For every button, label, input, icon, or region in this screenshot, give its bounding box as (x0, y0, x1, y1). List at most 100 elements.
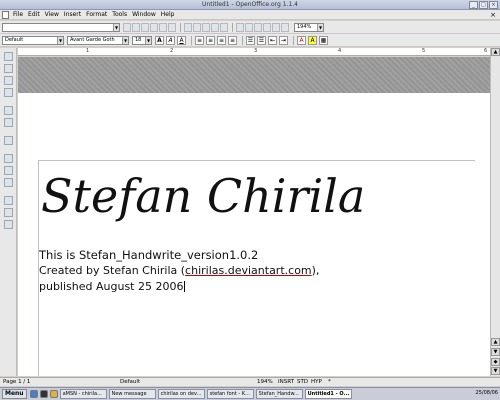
folder-icon[interactable] (49, 390, 58, 398)
start-menu-button[interactable]: Menu (2, 389, 27, 399)
pdf-icon[interactable] (159, 22, 167, 32)
text-line-3: published August 25 2006 (39, 280, 186, 293)
print-icon[interactable] (168, 22, 176, 32)
ruler-tick: 1 (86, 48, 90, 54)
chevron-down-icon[interactable]: ▼ (145, 36, 151, 44)
status-selection-mode[interactable]: STD (297, 379, 308, 385)
deviantart-link[interactable]: chirilas.deviantart.com (185, 264, 312, 277)
paste-icon[interactable] (202, 22, 210, 32)
font-size-select[interactable]: 18 ▼ (132, 35, 152, 45)
table-icon[interactable] (245, 22, 253, 32)
document-area[interactable]: Stefan Chirila This is Stefan_Handwrite_… (18, 57, 490, 376)
decrease-indent-icon[interactable]: ⇤ (268, 35, 277, 45)
navigator-icon[interactable] (254, 22, 262, 32)
cut-icon[interactable] (184, 22, 192, 32)
font-size-value: 18 (135, 36, 142, 43)
justify-icon[interactable]: ≡ (228, 35, 237, 45)
font-color-button[interactable]: A (297, 35, 306, 45)
task-untitled1[interactable]: Untitled1 - O... (304, 389, 352, 399)
document-icon[interactable] (2, 10, 9, 19)
underline-button[interactable]: A (177, 35, 186, 45)
url-field[interactable]: ▼ (2, 22, 120, 32)
menu-edit[interactable]: Edit (28, 11, 40, 18)
graphics-off-icon[interactable] (4, 196, 13, 205)
status-zoom[interactable]: 194% (257, 379, 273, 385)
status-style: Default (120, 379, 141, 385)
scroll-down-icon[interactable]: ▼ (491, 348, 500, 356)
insert-object-icon[interactable] (4, 76, 13, 85)
chevron-down-icon[interactable]: ▼ (122, 36, 128, 44)
align-center-icon[interactable]: ≡ (206, 35, 215, 45)
task-stefan-handwrite[interactable]: Stefan_Handw... (255, 389, 303, 399)
copy-icon[interactable] (193, 22, 201, 32)
status-insert[interactable]: INSRT (278, 379, 294, 385)
bullets-icon[interactable]: ☰ (257, 35, 266, 45)
nonprinting-chars-icon[interactable] (281, 22, 289, 32)
maximize-button[interactable]: □ (479, 1, 488, 9)
page[interactable]: Stefan Chirila This is Stefan_Handwrite_… (38, 160, 475, 376)
browser-icon[interactable] (29, 390, 38, 398)
ruler-tick: 5 (422, 48, 426, 54)
bold-button[interactable]: A (155, 35, 164, 45)
gallery-icon[interactable] (263, 22, 271, 32)
redo-icon[interactable] (220, 22, 228, 32)
background-color-icon[interactable]: ▦ (319, 35, 328, 45)
scroll-up-icon[interactable]: ▲ (491, 338, 500, 346)
task-stefan-font[interactable]: stefan font - K... (206, 389, 254, 399)
insert-icon[interactable] (4, 52, 13, 61)
close-document-icon[interactable]: × (490, 11, 496, 19)
increase-indent-icon[interactable]: ⇥ (279, 35, 288, 45)
online-layout-icon[interactable] (4, 208, 13, 217)
minimize-button[interactable]: _ (469, 1, 478, 9)
scroll-down-icon[interactable]: ▼ (491, 367, 500, 375)
scroll-up-icon[interactable]: ▲ (491, 48, 500, 56)
menu-help[interactable]: Help (161, 11, 175, 18)
menu-view[interactable]: View (45, 11, 59, 18)
show-draw-functions-icon[interactable] (4, 88, 13, 97)
page-nav-icon[interactable]: ◆ (491, 358, 500, 366)
status-hyperlink-mode[interactable]: HYP (311, 379, 322, 385)
nonprinting-icon[interactable] (4, 178, 13, 187)
open-icon[interactable] (132, 22, 140, 32)
find-replace-icon[interactable] (4, 154, 13, 163)
menu-tools[interactable]: Tools (112, 11, 127, 18)
task-new-message[interactable]: New message (108, 389, 156, 399)
edit-file-icon[interactable] (123, 22, 131, 32)
title-bar[interactable]: Untitled1 - OpenOffice.org 1.1.4 _ □ × (0, 0, 500, 10)
menu-file[interactable]: File (13, 11, 23, 18)
datasource-icon[interactable] (272, 22, 280, 32)
web-layout-icon[interactable] (4, 220, 13, 229)
undo-icon[interactable] (211, 22, 219, 32)
align-right-icon[interactable]: ≡ (217, 35, 226, 45)
chevron-down-icon[interactable]: ▼ (113, 23, 119, 31)
text-direction-icon[interactable] (4, 136, 13, 145)
menu-insert[interactable]: Insert (64, 11, 81, 18)
task-chirilas-deviantart[interactable]: chirilas on dev... (157, 389, 205, 399)
spellcheck-icon[interactable] (4, 106, 13, 115)
vertical-scrollbar[interactable]: ▲ ▲ ▼ ◆ ▼ (490, 48, 500, 376)
hyperlink-icon[interactable] (236, 22, 244, 32)
align-left-icon[interactable]: ≡ (195, 35, 204, 45)
menu-format[interactable]: Format (86, 11, 107, 18)
font-name-select[interactable]: Avant Garde Goth ▼ (67, 35, 129, 45)
italic-button[interactable]: A (166, 35, 175, 45)
insert-fields-icon[interactable] (4, 64, 13, 73)
menu-window[interactable]: Window (132, 11, 156, 18)
task-amsn[interactable]: aMSN - chirila... (59, 389, 107, 399)
clock: 25/08/06 (475, 390, 498, 396)
text-line-1: This is Stefan_Handwrite_version1.0.2 (39, 248, 259, 262)
numbering-icon[interactable]: ☰ (246, 35, 255, 45)
terminal-icon[interactable] (39, 390, 48, 398)
chevron-down-icon[interactable]: ▼ (317, 23, 323, 31)
email-icon[interactable] (150, 22, 158, 32)
zoom-select[interactable]: 194% ▼ (294, 22, 324, 32)
save-icon[interactable] (141, 22, 149, 32)
status-page: Page 1 / 1 (3, 379, 31, 385)
datasources-icon[interactable] (4, 166, 13, 175)
highlight-button[interactable]: A (308, 35, 317, 45)
autospellcheck-icon[interactable] (4, 118, 13, 127)
paragraph-style-select[interactable]: Default ▼ (2, 35, 64, 45)
close-button[interactable]: × (489, 1, 498, 9)
chevron-down-icon[interactable]: ▼ (57, 36, 63, 44)
horizontal-ruler[interactable]: 1 2 3 4 5 6 (18, 48, 490, 56)
